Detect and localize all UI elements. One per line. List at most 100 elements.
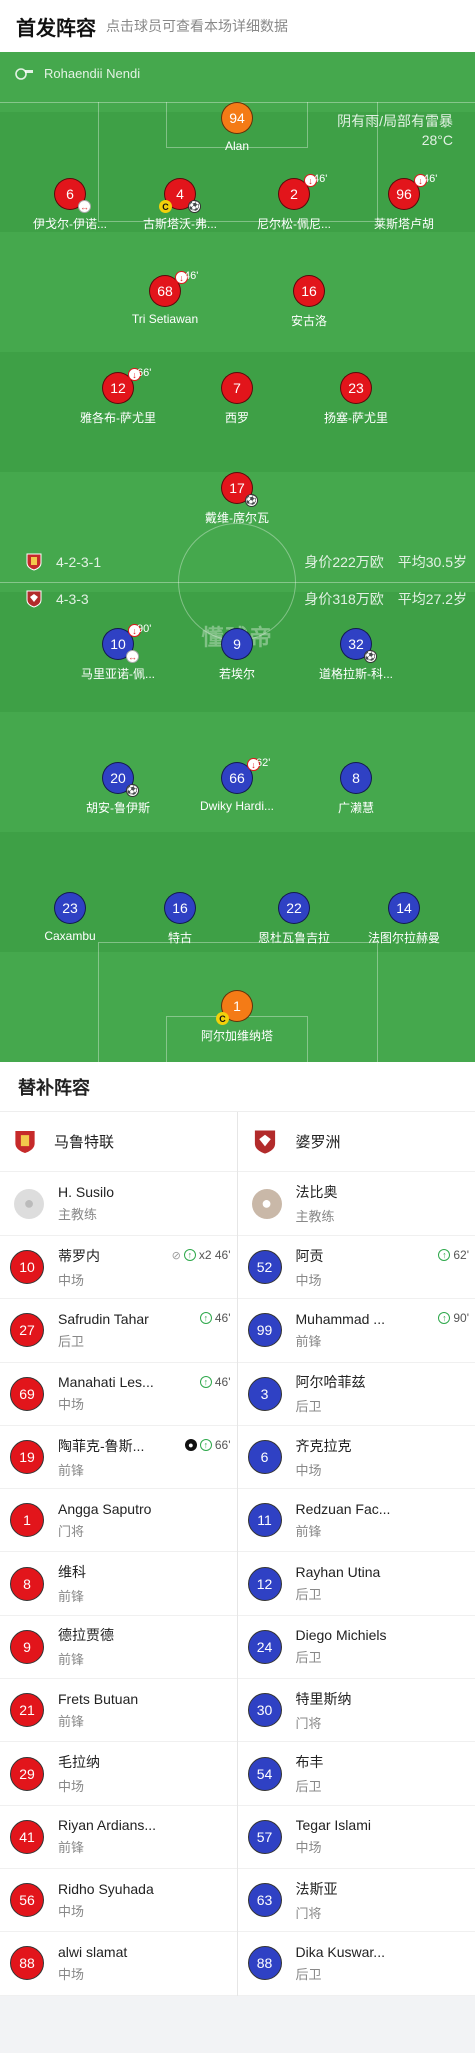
sub-name: 阿尔哈菲兹 bbox=[295, 1374, 366, 1391]
home-player[interactable]: 96 ↓ 46' 莱斯塔卢胡 bbox=[349, 173, 459, 232]
sub-player-row[interactable]: 29 毛拉纳 中场 bbox=[0, 1742, 237, 1806]
sub-player-row[interactable]: 57 Tegar Islami 中场 bbox=[237, 1806, 475, 1869]
home-player[interactable]: 12 ↓ 66' 雅各布-萨尤里 bbox=[63, 367, 173, 426]
sub-player-row[interactable]: 1 Angga Saputro 门将 bbox=[0, 1489, 237, 1553]
away-player[interactable]: 16 特古 bbox=[125, 892, 235, 946]
sub-name: Rayhan Utina bbox=[295, 1564, 381, 1581]
away-player[interactable]: 23 Caxambu bbox=[15, 892, 125, 943]
sub-player-row[interactable]: 11 Redzuan Fac... 前锋 bbox=[237, 1489, 475, 1553]
sub-number: 27 bbox=[10, 1313, 44, 1348]
sub-events: ↑ 46' bbox=[199, 1375, 231, 1389]
sub-number: 3 bbox=[247, 1376, 282, 1411]
home-team-name: 马鲁特联 bbox=[54, 1134, 115, 1151]
coach-role: 主教练 bbox=[58, 1207, 98, 1222]
sub-number: 8 bbox=[10, 1566, 44, 1601]
sub-position: 中场 bbox=[58, 1272, 85, 1288]
away-value: 身价318万欧 bbox=[304, 591, 384, 607]
goal-icon: ● bbox=[184, 1438, 197, 1451]
away-player[interactable]: 66 ↓ 62' Dwiky Hardi... bbox=[182, 757, 292, 813]
sub-position: 前锋 bbox=[58, 1840, 85, 1856]
sub-name: 齐克拉克 bbox=[295, 1437, 352, 1454]
away-crest-icon bbox=[254, 1129, 275, 1154]
sub-position: 后卫 bbox=[58, 1333, 85, 1349]
away-avg-age: 平均27.2岁 bbox=[397, 591, 467, 607]
sub-position: 中场 bbox=[295, 1840, 322, 1856]
sub-player-row[interactable]: 8 维科 前锋 bbox=[0, 1552, 237, 1616]
sub-number: 11 bbox=[247, 1503, 282, 1538]
home-player[interactable]: 16 安古洛 bbox=[254, 275, 364, 329]
sub-player-row[interactable]: 52 阿贡 中场 ↑ 62' bbox=[237, 1236, 475, 1300]
coach-avatar-icon: ● bbox=[251, 1188, 282, 1219]
sub-number: 56 bbox=[10, 1883, 44, 1918]
away-player[interactable]: 32 ⚽ 道格拉斯-科... bbox=[301, 628, 411, 682]
player-name: 特古 bbox=[167, 931, 192, 945]
sub-name: Ridho Syuhada bbox=[58, 1880, 154, 1897]
home-player[interactable]: 4 C ⚽ 古斯塔沃-弗... bbox=[125, 178, 235, 232]
sub-player-row[interactable]: 12 Rayhan Utina 后卫 bbox=[237, 1552, 475, 1616]
away-team-row[interactable]: 婆罗洲 bbox=[237, 1112, 475, 1172]
away-player[interactable]: 22 恩杜瓦鲁吉拉 bbox=[239, 892, 349, 946]
away-player[interactable]: 10 ↓ ↔ 90' 马里亚诺-佩... bbox=[63, 623, 173, 682]
home-player[interactable]: 7 西罗 bbox=[182, 372, 292, 426]
player-number: 9 bbox=[221, 628, 253, 660]
player-name: 阿尔加维纳塔 bbox=[200, 1029, 273, 1043]
home-player[interactable]: 2 ↓ 46' 尼尔松-佩尼... bbox=[239, 173, 349, 232]
sub-player-row[interactable]: 63 法斯亚 门将 bbox=[237, 1869, 475, 1933]
away-player[interactable]: 14 法图尔拉赫曼 bbox=[349, 892, 459, 946]
coach-name: 法比奥 bbox=[295, 1184, 338, 1200]
sub-player-row[interactable]: 6 齐克拉克 中场 bbox=[237, 1426, 475, 1490]
home-player[interactable]: 23 扬塞-萨尤里 bbox=[301, 372, 411, 426]
sub-number: 41 bbox=[10, 1819, 44, 1854]
home-player[interactable]: 17 ⚽ 戴维-席尔瓦 bbox=[182, 472, 292, 526]
sub-name: 毛拉纳 bbox=[58, 1754, 100, 1771]
sub-number: 10 bbox=[10, 1250, 44, 1285]
sub-player-row[interactable]: 24 Diego Michiels 后卫 bbox=[237, 1616, 475, 1680]
sub-player-row[interactable]: 3 阿尔哈菲兹 后卫 bbox=[237, 1363, 475, 1426]
sub-position: 门将 bbox=[295, 1715, 322, 1731]
away-player[interactable]: 20 ⚽ 胡安-鲁伊斯 bbox=[63, 762, 173, 816]
sub-name: Manahati Les... bbox=[58, 1374, 154, 1391]
sub-position: 中场 bbox=[295, 1462, 322, 1478]
sub-player-row[interactable]: 30 特里斯纳 门将 bbox=[237, 1679, 475, 1743]
sub-name: 陶菲克-鲁斯... bbox=[58, 1437, 145, 1454]
player-number: 23 bbox=[340, 372, 372, 404]
sub-player-row[interactable]: 9 德拉贾德 前锋 bbox=[0, 1616, 237, 1680]
sub-player-row[interactable]: 88 Dika Kuswar... 后卫 bbox=[237, 1932, 475, 1996]
player-number: 17 bbox=[229, 480, 245, 496]
pitch: Rohaendii Nendi 阴有雨/局部有雷暴 28°C 懂球帝 4-2-3… bbox=[0, 52, 475, 1062]
sub-player-row[interactable]: 56 Ridho Syuhada 中场 bbox=[0, 1869, 237, 1933]
sub-player-row[interactable]: 69 Manahati Les... 中场 ↑ 46' bbox=[0, 1363, 237, 1426]
home-player[interactable]: 94 Alan bbox=[182, 102, 292, 153]
sub-number: 99 bbox=[247, 1313, 282, 1348]
sub-name: 法斯亚 bbox=[295, 1880, 338, 1897]
player-number: 10 bbox=[110, 636, 126, 652]
player-name: 戴维-席尔瓦 bbox=[205, 511, 269, 525]
away-player[interactable]: 1C 阿尔加维纳塔 bbox=[182, 990, 292, 1044]
sub-player-row[interactable]: 88 alwi slamat 中场 bbox=[0, 1932, 237, 1996]
sub-number: 52 bbox=[247, 1250, 282, 1285]
sub-player-row[interactable]: 54 布丰 后卫 bbox=[237, 1742, 475, 1806]
sub-time: 66' bbox=[137, 367, 152, 379]
home-coach-row[interactable]: ● H. Susilo 主教练 bbox=[0, 1172, 237, 1236]
away-player[interactable]: 8 广濑慧 bbox=[301, 762, 411, 816]
sub-player-row[interactable]: 27 Safrudin Tahar 后卫 ↑ 46' bbox=[0, 1299, 237, 1363]
home-player[interactable]: 68 ↓ 46' Tri Setiawan bbox=[110, 270, 220, 326]
sub-player-row[interactable]: 21 Frets Butuan 前锋 bbox=[0, 1679, 237, 1743]
home-player[interactable]: 6 ↔ 伊戈尔-伊诺... bbox=[15, 178, 125, 232]
sub-name: alwi slamat bbox=[58, 1943, 128, 1960]
away-player[interactable]: 9 若埃尔 bbox=[182, 628, 292, 682]
sub-player-row[interactable]: 99 Muhammad ... 前锋 ↑ 90' bbox=[237, 1299, 475, 1363]
away-coach-row[interactable]: ● 法比奥 主教练 bbox=[237, 1172, 475, 1236]
sub-name: 维科 bbox=[58, 1564, 86, 1581]
sub-number: 30 bbox=[247, 1693, 282, 1728]
home-team-row[interactable]: 马鲁特联 bbox=[0, 1112, 237, 1172]
captain-icon: C bbox=[159, 200, 172, 213]
home-crest-icon bbox=[26, 553, 42, 571]
sub-number: 29 bbox=[10, 1756, 44, 1791]
sub-player-row[interactable]: 10 蒂罗内 中场 ⊘ ↑ x2 46' bbox=[0, 1236, 237, 1300]
sub-events: ↑ 46' bbox=[199, 1311, 231, 1325]
sub-player-row[interactable]: 19 陶菲克-鲁斯... 前锋 ● ↑ 66' bbox=[0, 1426, 237, 1490]
player-number: 16 bbox=[293, 275, 325, 307]
sub-player-row[interactable]: 41 Riyan Ardians... 前锋 bbox=[0, 1806, 237, 1869]
sub-number: 88 bbox=[10, 1946, 44, 1981]
